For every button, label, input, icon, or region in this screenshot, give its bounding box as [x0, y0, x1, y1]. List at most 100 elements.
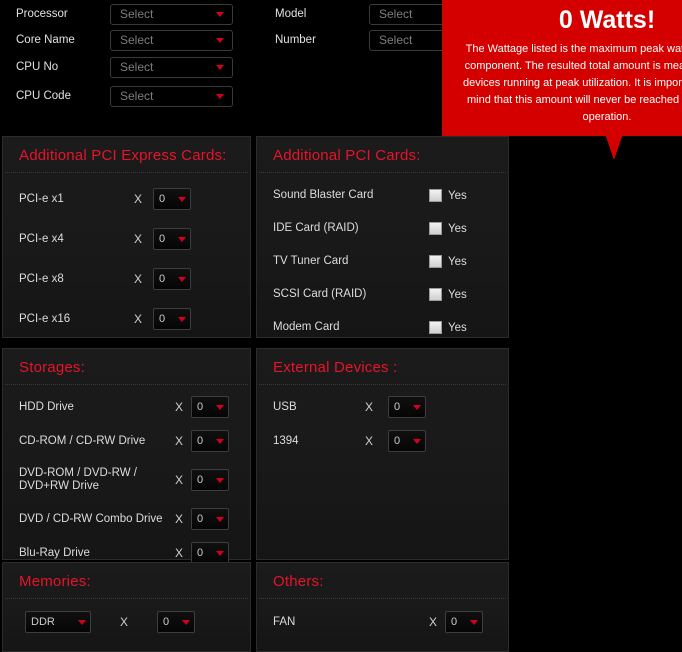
table-row: DDR X 0 — [3, 610, 250, 634]
chevron-down-icon — [216, 550, 224, 556]
table-row: CD-ROM / CD-RW Drive X 0 — [3, 429, 250, 453]
table-row: PCI-e x16 X 0 — [3, 305, 250, 333]
pcie-x4-label: PCI-e x4 — [19, 232, 64, 245]
hdd-drive-qty-value: 0 — [197, 401, 204, 413]
tv-tuner-card-label: TV Tuner Card — [273, 255, 349, 267]
table-row: Sound Blaster Card Yes — [257, 183, 508, 208]
chevron-down-icon — [178, 276, 186, 282]
usb-qty-value: 0 — [394, 401, 401, 413]
processor-select[interactable]: Select — [110, 3, 233, 25]
pcie-x4-qty-select[interactable]: 0 — [153, 228, 191, 250]
pcie-x1-qty-value: 0 — [159, 193, 166, 205]
scsi-card-raid-checkbox[interactable] — [429, 288, 442, 301]
modem-card-checkbox[interactable] — [429, 321, 442, 334]
form-row-cpu-code: CPU Code Select — [16, 82, 238, 110]
table-row: DVD-ROM / DVD-RW / DVD+RW Drive X 0 — [3, 463, 250, 497]
chevron-down-icon — [178, 236, 186, 242]
cpu-no-select-value: Select — [120, 60, 154, 74]
usb-label: USB — [273, 400, 297, 413]
panel-external-devices-title: External Devices : — [273, 359, 398, 376]
multiplier-symbol: X — [364, 400, 373, 414]
panel-pci-cards-title: Additional PCI Cards: — [273, 147, 421, 164]
chevron-down-icon — [216, 404, 224, 410]
panel-memories-title: Memories: — [19, 573, 91, 590]
chevron-down-icon — [216, 37, 224, 43]
pcie-x16-qty-value: 0 — [159, 313, 166, 325]
core-name-select[interactable]: Select — [110, 29, 233, 51]
chevron-down-icon — [216, 516, 224, 522]
firewire-1394-qty-select[interactable]: 0 — [388, 430, 426, 452]
chevron-down-icon — [216, 438, 224, 444]
dvd-rom-rw-drive-qty-value: 0 — [197, 474, 204, 486]
modem-card-yes-label: Yes — [448, 321, 467, 334]
sound-blaster-card-yes-label: Yes — [448, 189, 467, 202]
form-row-processor: Processor Select — [16, 0, 238, 28]
multiplier-symbol: X — [174, 546, 183, 560]
memory-qty-select[interactable]: 0 — [157, 611, 195, 633]
panel-others-title: Others: — [273, 573, 324, 590]
panel-pci-express: Additional PCI Express Cards: PCI-e x1 X… — [2, 136, 251, 338]
panel-pci-express-title: Additional PCI Express Cards: — [19, 147, 227, 164]
multiplier-symbol: X — [133, 272, 142, 286]
sound-blaster-card-checkbox[interactable] — [429, 189, 442, 202]
wattage-tooltip-title: 0 Watts! — [558, 6, 656, 34]
hdd-drive-qty-select[interactable]: 0 — [191, 396, 229, 418]
processor-select-value: Select — [120, 7, 154, 21]
cpu-no-label: CPU No — [16, 61, 59, 73]
hdd-drive-label: HDD Drive — [19, 400, 74, 413]
blu-ray-drive-label: Blu-Ray Drive — [19, 546, 90, 559]
model-select-value: Select — [379, 7, 413, 21]
dvd-rom-rw-drive-label: DVD-ROM / DVD-RW / DVD+RW Drive — [19, 467, 137, 492]
chevron-down-icon — [216, 64, 224, 70]
ide-card-raid-checkbox[interactable] — [429, 222, 442, 235]
fan-qty-value: 0 — [451, 616, 458, 628]
wattage-tooltip-body: The Wattage listed is the maximum peak w… — [463, 43, 682, 123]
chevron-down-icon — [216, 11, 224, 17]
table-row: USB X 0 — [257, 395, 508, 419]
chevron-down-icon — [216, 93, 224, 99]
pcie-x1-qty-select[interactable]: 0 — [153, 188, 191, 210]
tv-tuner-card-yes-label: Yes — [448, 255, 467, 268]
multiplier-symbol: X — [174, 473, 183, 487]
cpu-code-label: CPU Code — [16, 90, 71, 102]
chevron-down-icon — [216, 477, 224, 483]
table-row: 1394 X 0 — [257, 429, 508, 453]
blu-ray-drive-qty-select[interactable]: 0 — [191, 542, 229, 564]
form-row-core-name: Core Name Select — [16, 26, 238, 54]
fan-qty-select[interactable]: 0 — [445, 611, 483, 633]
number-label: Number — [275, 34, 316, 46]
panel-memories: Memories: DDR X 0 — [2, 562, 251, 652]
pcie-x16-qty-select[interactable]: 0 — [153, 308, 191, 330]
pcie-x8-qty-value: 0 — [159, 273, 166, 285]
cpu-no-select[interactable]: Select — [110, 56, 233, 78]
table-row: PCI-e x8 X 0 — [3, 265, 250, 293]
memory-type-select[interactable]: DDR — [25, 611, 91, 633]
core-name-label: Core Name — [16, 34, 75, 46]
dvd-rom-rw-drive-qty-select[interactable]: 0 — [191, 469, 229, 491]
table-row: SCSI Card (RAID) Yes — [257, 282, 508, 307]
panel-pci-cards: Additional PCI Cards: Sound Blaster Card… — [256, 136, 509, 338]
dvd-cdrw-combo-drive-qty-select[interactable]: 0 — [191, 508, 229, 530]
table-row: TV Tuner Card Yes — [257, 249, 508, 274]
memory-type-value: DDR — [31, 616, 55, 628]
multiplier-symbol: X — [174, 400, 183, 414]
cpu-code-select[interactable]: Select — [110, 85, 233, 107]
multiplier-symbol: X — [364, 434, 373, 448]
pcie-x8-label: PCI-e x8 — [19, 272, 64, 285]
cdrom-cdrw-drive-qty-value: 0 — [197, 435, 204, 447]
pcie-x1-label: PCI-e x1 — [19, 192, 64, 205]
firewire-1394-label: 1394 — [273, 434, 299, 447]
cpu-code-select-value: Select — [120, 89, 154, 103]
memory-qty-value: 0 — [163, 616, 170, 628]
core-name-select-value: Select — [120, 33, 154, 47]
cdrom-cdrw-drive-qty-select[interactable]: 0 — [191, 430, 229, 452]
pcie-x8-qty-select[interactable]: 0 — [153, 268, 191, 290]
cdrom-cdrw-drive-label: CD-ROM / CD-RW Drive — [19, 434, 146, 447]
form-row-cpu-no: CPU No Select — [16, 53, 238, 81]
tv-tuner-card-checkbox[interactable] — [429, 255, 442, 268]
usb-qty-select[interactable]: 0 — [388, 396, 426, 418]
table-row: IDE Card (RAID) Yes — [257, 216, 508, 241]
pcie-x4-qty-value: 0 — [159, 233, 166, 245]
dvd-cdrw-combo-drive-qty-value: 0 — [197, 513, 204, 525]
scsi-card-raid-yes-label: Yes — [448, 288, 467, 301]
